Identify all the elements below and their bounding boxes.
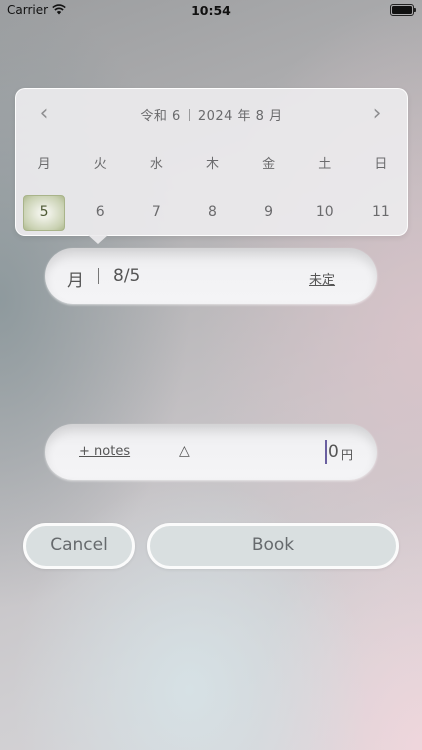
weekday-header: 月 火 水 木 金 土 日 (16, 153, 409, 172)
date-field[interactable]: 月 8/5 未定 (45, 248, 377, 304)
day-cell-selected[interactable]: 5 (16, 195, 72, 231)
clock: 10:54 (191, 3, 231, 18)
calendar-title: 令和 6 2024 年 8 月 (16, 105, 407, 124)
weekday-label: 木 (205, 157, 219, 172)
era-label: 令和 6 (140, 109, 181, 124)
book-button[interactable]: Book (147, 523, 399, 569)
day-cell[interactable]: 10 (297, 195, 353, 229)
weekday-label: 月 (37, 157, 51, 172)
day-row: 5 6 7 8 9 10 11 (16, 195, 409, 231)
day-cell[interactable]: 6 (72, 195, 128, 229)
day-cell[interactable]: 8 (184, 195, 240, 229)
day-cell[interactable]: 11 (353, 195, 409, 229)
amount-input[interactable]: 0 (328, 442, 339, 462)
weekday-label: 金 (262, 157, 276, 172)
weekday-label: 水 (149, 157, 163, 172)
weekday-label: 火 (93, 157, 107, 172)
weekday-label: 土 (318, 157, 332, 172)
month-label: 2024 年 8 月 (197, 109, 283, 124)
date-value: 8/5 (113, 266, 141, 286)
date-divider (98, 268, 99, 284)
next-month-chevron-icon[interactable]: › (367, 103, 387, 125)
cancel-button[interactable]: Cancel (23, 523, 135, 569)
battery-icon (390, 4, 416, 16)
title-divider (188, 109, 190, 121)
status-bar: Carrier 10:54 (0, 0, 422, 22)
add-notes-link[interactable]: + notes (79, 444, 130, 459)
date-weekday: 月 (67, 271, 84, 291)
day-number: 5 (39, 204, 49, 220)
calendar-popover: ‹ 令和 6 2024 年 8 月 › 月 火 水 木 金 土 日 5 6 7 8… (15, 88, 409, 244)
currency-label: 円 (341, 448, 354, 462)
undecided-link[interactable]: 未定 (309, 269, 335, 288)
day-cell[interactable]: 9 (241, 195, 297, 229)
notes-amount-field: + notes △ 0 円 (45, 424, 377, 480)
day-cell[interactable]: 7 (128, 195, 184, 229)
triangle-icon[interactable]: △ (179, 443, 190, 459)
weekday-label: 日 (374, 157, 388, 172)
text-caret (325, 440, 327, 464)
